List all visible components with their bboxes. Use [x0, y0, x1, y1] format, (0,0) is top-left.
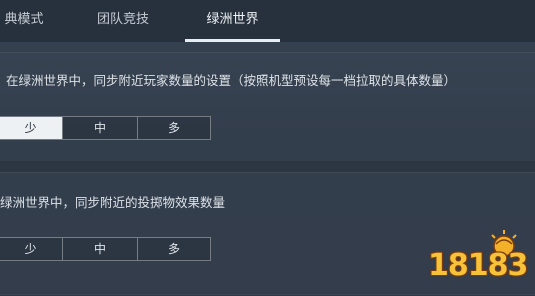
tab-classic-mode[interactable]: 典模式 [0, 0, 48, 40]
option-few[interactable]: 少 [0, 117, 62, 139]
watermark-text: 18183 [428, 248, 528, 283]
option-few[interactable]: 少 [0, 238, 62, 260]
option-medium[interactable]: 中 [62, 238, 137, 260]
option-many[interactable]: 多 [137, 238, 210, 260]
tab-team-deathmatch[interactable]: 团队竞技 [88, 0, 158, 40]
active-tab-indicator [185, 39, 280, 42]
option-many[interactable]: 多 [137, 117, 210, 139]
option-medium[interactable]: 中 [62, 117, 137, 139]
setting-label-throwables: 绿洲世界中，同步附近的投掷物效果数量 [0, 195, 226, 210]
tab-oasis-world[interactable]: 绿洲世界 [185, 0, 280, 40]
throwables-segmented-control: 少 中 多 [0, 237, 211, 261]
setting-panel-nearby-players: 在绿洲世界中，同步附近玩家数量的设置（按照机型预设每一档拉取的具体数量） 少 中… [0, 52, 535, 162]
tab-bar: 典模式 团队竞技 绿洲世界 [0, 0, 535, 42]
watermark-logo: 18183 [428, 226, 532, 292]
nearby-players-segmented-control: 少 中 多 [0, 116, 211, 140]
setting-label-nearby-players: 在绿洲世界中，同步附近玩家数量的设置（按照机型预设每一档拉取的具体数量） [6, 73, 457, 88]
